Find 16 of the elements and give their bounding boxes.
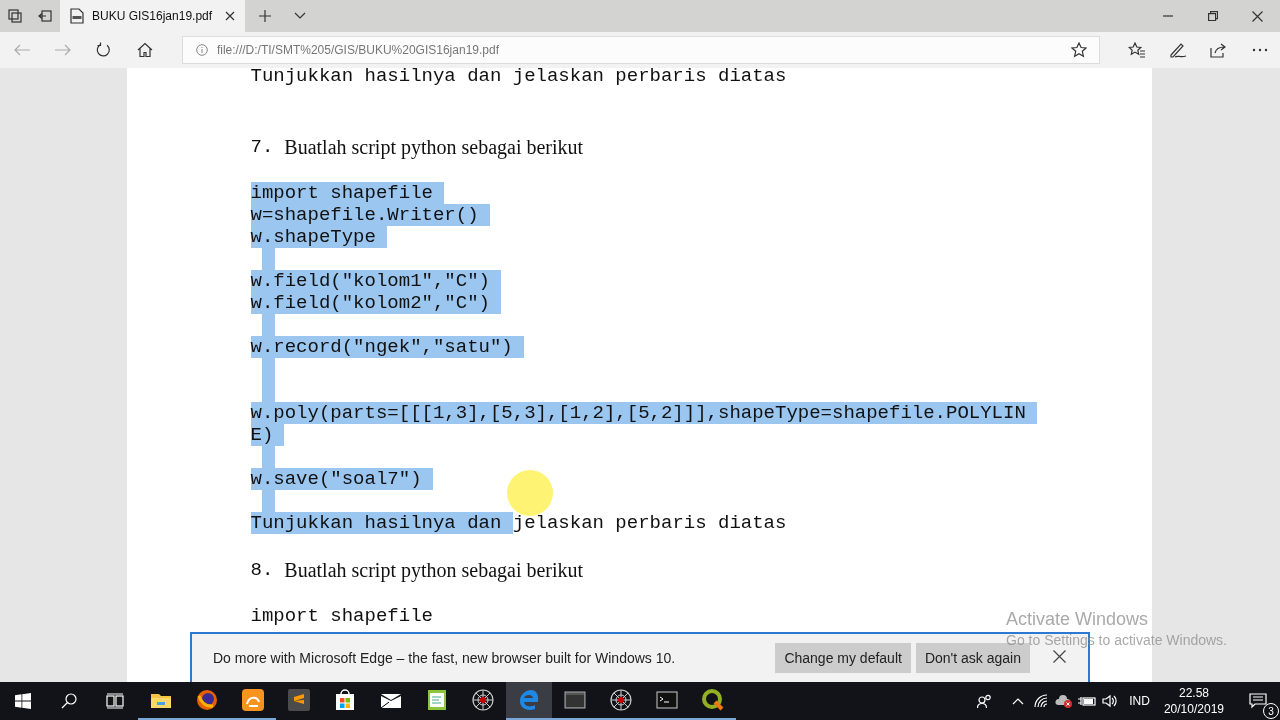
exercise-number: 7. [250,136,274,158]
address-bar[interactable]: file:///D:/TI/SMT%205/GIS/BUKU%20GIS16jan19.pdf [181,36,1101,64]
language-indicator[interactable]: IND [1129,694,1150,708]
notification-message: Do more with Microsoft Edge – the fast, new browser built for Windows 10. [213,650,677,666]
document-text: Tunjukkan hasilnya dan jelaskan perbaris diatas [250,512,787,534]
document-text: Tunjukkan hasilnya dan jelaskan perbaris diatas [250,68,787,87]
code-line: import shapefile [250,605,433,627]
clock[interactable]: 22.58 20/10/2019 [1163,686,1224,716]
notification-count: 3 [1263,703,1279,719]
exercise-heading: Buatlah script python sebagai berikut [284,135,584,159]
notification-button[interactable]: Don't ask again [915,643,1030,673]
exercise-heading: Buatlah script python sebagai berikut [284,558,584,582]
notification-button[interactable]: Change my default [775,643,911,673]
browser-tab[interactable]: BUKU GIS16jan19.pdf [60,0,245,32]
activation-title: Activate Windows [1006,609,1150,630]
exercise-number: 8. [250,559,274,581]
